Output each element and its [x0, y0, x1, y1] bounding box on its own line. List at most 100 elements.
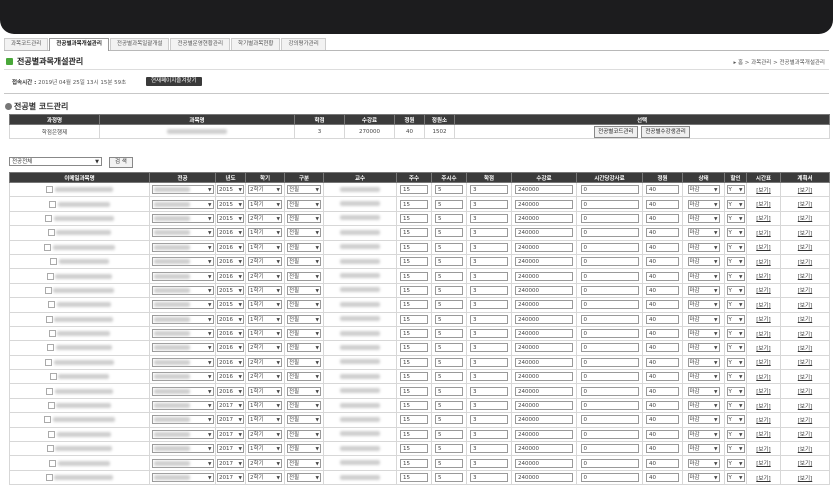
credit-input[interactable]: 3 — [470, 329, 508, 339]
discount-select[interactable]: Y ▼ — [726, 185, 745, 195]
quota-input[interactable]: 40 — [646, 372, 679, 382]
fee-input[interactable]: 240000 — [515, 357, 573, 367]
major-select[interactable]: ▼ — [151, 228, 214, 238]
row-checkbox[interactable] — [46, 272, 54, 280]
year-select[interactable]: 2017 ▼ — [217, 473, 244, 482]
discount-select[interactable]: Y ▼ — [726, 271, 745, 281]
syllabus-view-link[interactable]: [보기] — [798, 404, 812, 410]
fee-input[interactable]: 240000 — [515, 257, 573, 267]
type-select[interactable]: 전필 ▼ — [287, 401, 321, 411]
type-select[interactable]: 전필 ▼ — [287, 300, 321, 310]
search-button[interactable]: 검 색 — [109, 157, 133, 168]
quota-input[interactable]: 40 — [646, 199, 679, 209]
timetable-view-link[interactable]: [보기] — [756, 476, 770, 482]
row-checkbox[interactable] — [47, 402, 55, 410]
syllabus-view-link[interactable]: [보기] — [798, 375, 812, 381]
quota-input[interactable]: 40 — [646, 228, 679, 238]
major-select[interactable]: ▼ — [151, 444, 214, 454]
row-checkbox[interactable] — [48, 301, 56, 309]
type-select[interactable]: 전필 ▼ — [287, 271, 321, 281]
weekly-hours-input[interactable]: 5 — [435, 343, 463, 353]
major-select[interactable]: ▼ — [151, 285, 214, 295]
fee-input[interactable]: 240000 — [515, 271, 573, 281]
major-select[interactable]: ▼ — [151, 343, 214, 353]
timetable-view-link[interactable]: [보기] — [756, 346, 770, 352]
fee-input[interactable]: 240000 — [515, 228, 573, 238]
discount-select[interactable]: Y ▼ — [726, 228, 745, 238]
weekly-hours-input[interactable]: 5 — [435, 271, 463, 281]
syllabus-view-link[interactable]: [보기] — [798, 274, 812, 280]
hourly-pay-input[interactable]: 0 — [580, 401, 639, 411]
fee-input[interactable]: 240000 — [515, 285, 573, 295]
term-select[interactable]: 2학기 ▼ — [248, 185, 282, 195]
quota-input[interactable]: 40 — [646, 343, 679, 353]
year-select[interactable]: 2015 ▼ — [217, 213, 244, 223]
discount-select[interactable]: Y ▼ — [726, 401, 745, 411]
bookmark-page-button[interactable]: 현재페이지즐겨찾기 — [146, 77, 202, 86]
quota-input[interactable]: 40 — [646, 357, 679, 367]
discount-select[interactable]: Y ▼ — [726, 415, 745, 425]
major-select[interactable]: ▼ — [151, 257, 214, 267]
weeks-input[interactable]: 15 — [400, 314, 428, 324]
status-select[interactable]: 마감 ▼ — [687, 314, 720, 324]
credit-input[interactable]: 3 — [470, 228, 508, 238]
timetable-view-link[interactable]: [보기] — [756, 216, 770, 222]
credit-input[interactable]: 3 — [470, 357, 508, 367]
fee-input[interactable]: 240000 — [515, 343, 573, 353]
fee-input[interactable]: 240000 — [515, 444, 573, 454]
row-checkbox[interactable] — [45, 315, 53, 323]
fee-input[interactable]: 240000 — [515, 473, 573, 482]
syllabus-view-link[interactable]: [보기] — [798, 188, 812, 194]
weekly-hours-input[interactable]: 5 — [435, 285, 463, 295]
status-select[interactable]: 마감 ▼ — [687, 271, 720, 281]
major-select[interactable]: ▼ — [151, 372, 214, 382]
year-select[interactable]: 2015 ▼ — [217, 300, 244, 310]
weeks-input[interactable]: 15 — [400, 444, 428, 454]
weeks-input[interactable]: 15 — [400, 300, 428, 310]
hourly-pay-input[interactable]: 0 — [580, 372, 639, 382]
credit-input[interactable]: 3 — [470, 473, 508, 482]
term-select[interactable]: 1학기 ▼ — [248, 242, 282, 252]
timetable-view-link[interactable]: [보기] — [756, 317, 770, 323]
syllabus-view-link[interactable]: [보기] — [798, 231, 812, 237]
fee-input[interactable]: 240000 — [515, 242, 573, 252]
type-select[interactable]: 전필 ▼ — [287, 185, 321, 195]
fee-input[interactable]: 240000 — [515, 213, 573, 223]
year-select[interactable]: 2015 ▼ — [217, 185, 244, 195]
hourly-pay-input[interactable]: 0 — [580, 357, 639, 367]
discount-select[interactable]: Y ▼ — [726, 314, 745, 324]
status-select[interactable]: 마감 ▼ — [687, 372, 720, 382]
credit-input[interactable]: 3 — [470, 415, 508, 425]
term-select[interactable]: 1학기 ▼ — [248, 401, 282, 411]
status-select[interactable]: 마감 ▼ — [687, 458, 720, 468]
discount-select[interactable]: Y ▼ — [726, 343, 745, 353]
row-checkbox[interactable] — [48, 430, 56, 438]
discount-select[interactable]: Y ▼ — [726, 386, 745, 396]
weeks-input[interactable]: 15 — [400, 458, 428, 468]
term-select[interactable]: 1학기 ▼ — [248, 228, 282, 238]
term-select[interactable]: 1학기 ▼ — [248, 199, 282, 209]
hourly-pay-input[interactable]: 0 — [580, 213, 639, 223]
quota-input[interactable]: 40 — [646, 242, 679, 252]
term-select[interactable]: 2학기 ▼ — [248, 271, 282, 281]
discount-select[interactable]: Y ▼ — [726, 213, 745, 223]
type-select[interactable]: 전필 ▼ — [287, 343, 321, 353]
weeks-input[interactable]: 15 — [400, 415, 428, 425]
credit-input[interactable]: 3 — [470, 285, 508, 295]
timetable-view-link[interactable]: [보기] — [756, 432, 770, 438]
hourly-pay-input[interactable]: 0 — [580, 285, 639, 295]
credit-input[interactable]: 3 — [470, 401, 508, 411]
fee-input[interactable]: 240000 — [515, 300, 573, 310]
year-select[interactable]: 2016 ▼ — [217, 329, 244, 339]
type-select[interactable]: 전필 ▼ — [287, 458, 321, 468]
timetable-view-link[interactable]: [보기] — [756, 404, 770, 410]
type-select[interactable]: 전필 ▼ — [287, 199, 321, 209]
syllabus-view-link[interactable]: [보기] — [798, 317, 812, 323]
fee-input[interactable]: 240000 — [515, 185, 573, 195]
credit-input[interactable]: 3 — [470, 372, 508, 382]
fee-input[interactable]: 240000 — [515, 429, 573, 439]
hourly-pay-input[interactable]: 0 — [580, 257, 639, 267]
major-select[interactable]: ▼ — [151, 429, 214, 439]
row-checkbox[interactable] — [46, 186, 54, 194]
weekly-hours-input[interactable]: 5 — [435, 300, 463, 310]
